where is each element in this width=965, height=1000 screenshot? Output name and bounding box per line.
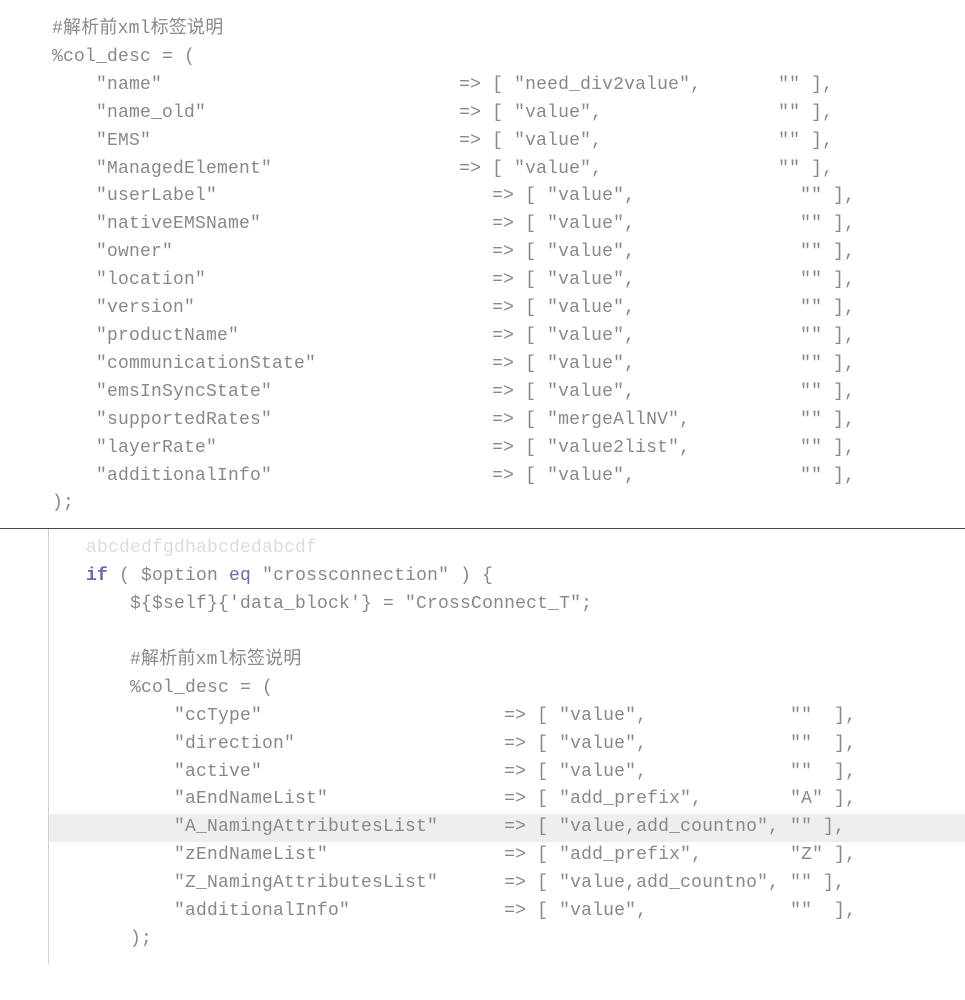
col-desc-row: "name" => [ "need_div2value", "" ], — [52, 72, 965, 100]
code-text: "direction" => [ "value", "" ], — [46, 731, 856, 759]
code-line: 5 "A_NamingAttributesList" => [ "value,a… — [0, 814, 965, 842]
code-text: abcdedfgdhabcdedabcdf — [46, 535, 317, 563]
code-line: 7 "Z_NamingAttributesList" => [ "value,a… — [0, 870, 965, 898]
col-desc-row: "version" => [ "value", "" ], — [52, 295, 965, 323]
col-desc-row: "name_old" => [ "value", "" ], — [52, 100, 965, 128]
code-text: "ccType" => [ "value", "" ], — [46, 703, 856, 731]
code-line: 6 "zEndNameList" => [ "add_prefix", "Z" … — [0, 842, 965, 870]
code-text: "aEndNameList" => [ "add_prefix", "A" ], — [46, 786, 856, 814]
col-desc-row: "EMS" => [ "value", "" ], — [52, 128, 965, 156]
code-text: "additionalInfo" => [ "value", "" ], — [46, 898, 856, 926]
col-desc-row: "additionalInfo" => [ "value", "" ], — [52, 463, 965, 491]
code-line: abcdedfgdhabcdedabcdf — [0, 535, 965, 563]
code-text: ${$self}{'data_block'} = "CrossConnect_T… — [46, 591, 592, 619]
code-text: "A_NamingAttributesList" => [ "value,add… — [46, 814, 845, 842]
code-text: if ( $option eq "crossconnection" ) { — [46, 563, 493, 591]
gutter — [0, 529, 49, 964]
code-line: 2 "direction" => [ "value", "" ], — [0, 731, 965, 759]
col-desc-row: "owner" => [ "value", "" ], — [52, 239, 965, 267]
col-desc-row: "nativeEMSName" => [ "value", "" ], — [52, 211, 965, 239]
decl-line: %col_desc = ( — [52, 44, 965, 72]
code-line: 1 "ccType" => [ "value", "" ], — [0, 703, 965, 731]
code-line: 8 "additionalInfo" => [ "value", "" ], — [0, 898, 965, 926]
code-text: ); — [46, 926, 152, 954]
code-line: 8 — [0, 619, 965, 647]
code-text: "active" => [ "value", "" ], — [46, 759, 856, 787]
col-desc-row: "emsInSyncState" => [ "value", "" ], — [52, 379, 965, 407]
code-line: 0 %col_desc = ( — [0, 675, 965, 703]
code-line: 3 "active" => [ "value", "" ], — [0, 759, 965, 787]
col-desc-row: "supportedRates" => [ "mergeAllNV", "" ]… — [52, 407, 965, 435]
comment-line: #解析前xml标签说明 — [52, 16, 965, 44]
code-line: 9 #解析前xml标签说明 — [0, 647, 965, 675]
code-block-1: #解析前xml标签说明 %col_desc = ( "name" => [ "n… — [0, 0, 965, 529]
code-line: 7 ${$self}{'data_block'} = "CrossConnect… — [0, 591, 965, 619]
code-text: #解析前xml标签说明 — [46, 647, 301, 675]
col-desc-row: "productName" => [ "value", "" ], — [52, 323, 965, 351]
col-desc-row: "ManagedElement" => [ "value", "" ], — [52, 156, 965, 184]
col-desc-row: "location" => [ "value", "" ], — [52, 267, 965, 295]
code-text: "Z_NamingAttributesList" => [ "value,add… — [46, 870, 845, 898]
code-text — [46, 619, 86, 647]
code-line: 4 "aEndNameList" => [ "add_prefix", "A" … — [0, 786, 965, 814]
col-desc-row: "communicationState" => [ "value", "" ], — [52, 351, 965, 379]
code-line: 9 ); — [0, 926, 965, 954]
code-text: %col_desc = ( — [46, 675, 273, 703]
code-line: 6⊟if ( $option eq "crossconnection" ) { — [0, 563, 965, 591]
col-desc-row: "userLabel" => [ "value", "" ], — [52, 183, 965, 211]
close-line: ); — [52, 490, 965, 518]
col-desc-row: "layerRate" => [ "value2list", "" ], — [52, 435, 965, 463]
code-block-2: abcdedfgdhabcdedabcdf6⊟if ( $option eq "… — [0, 529, 965, 964]
code-text: "zEndNameList" => [ "add_prefix", "Z" ], — [46, 842, 856, 870]
